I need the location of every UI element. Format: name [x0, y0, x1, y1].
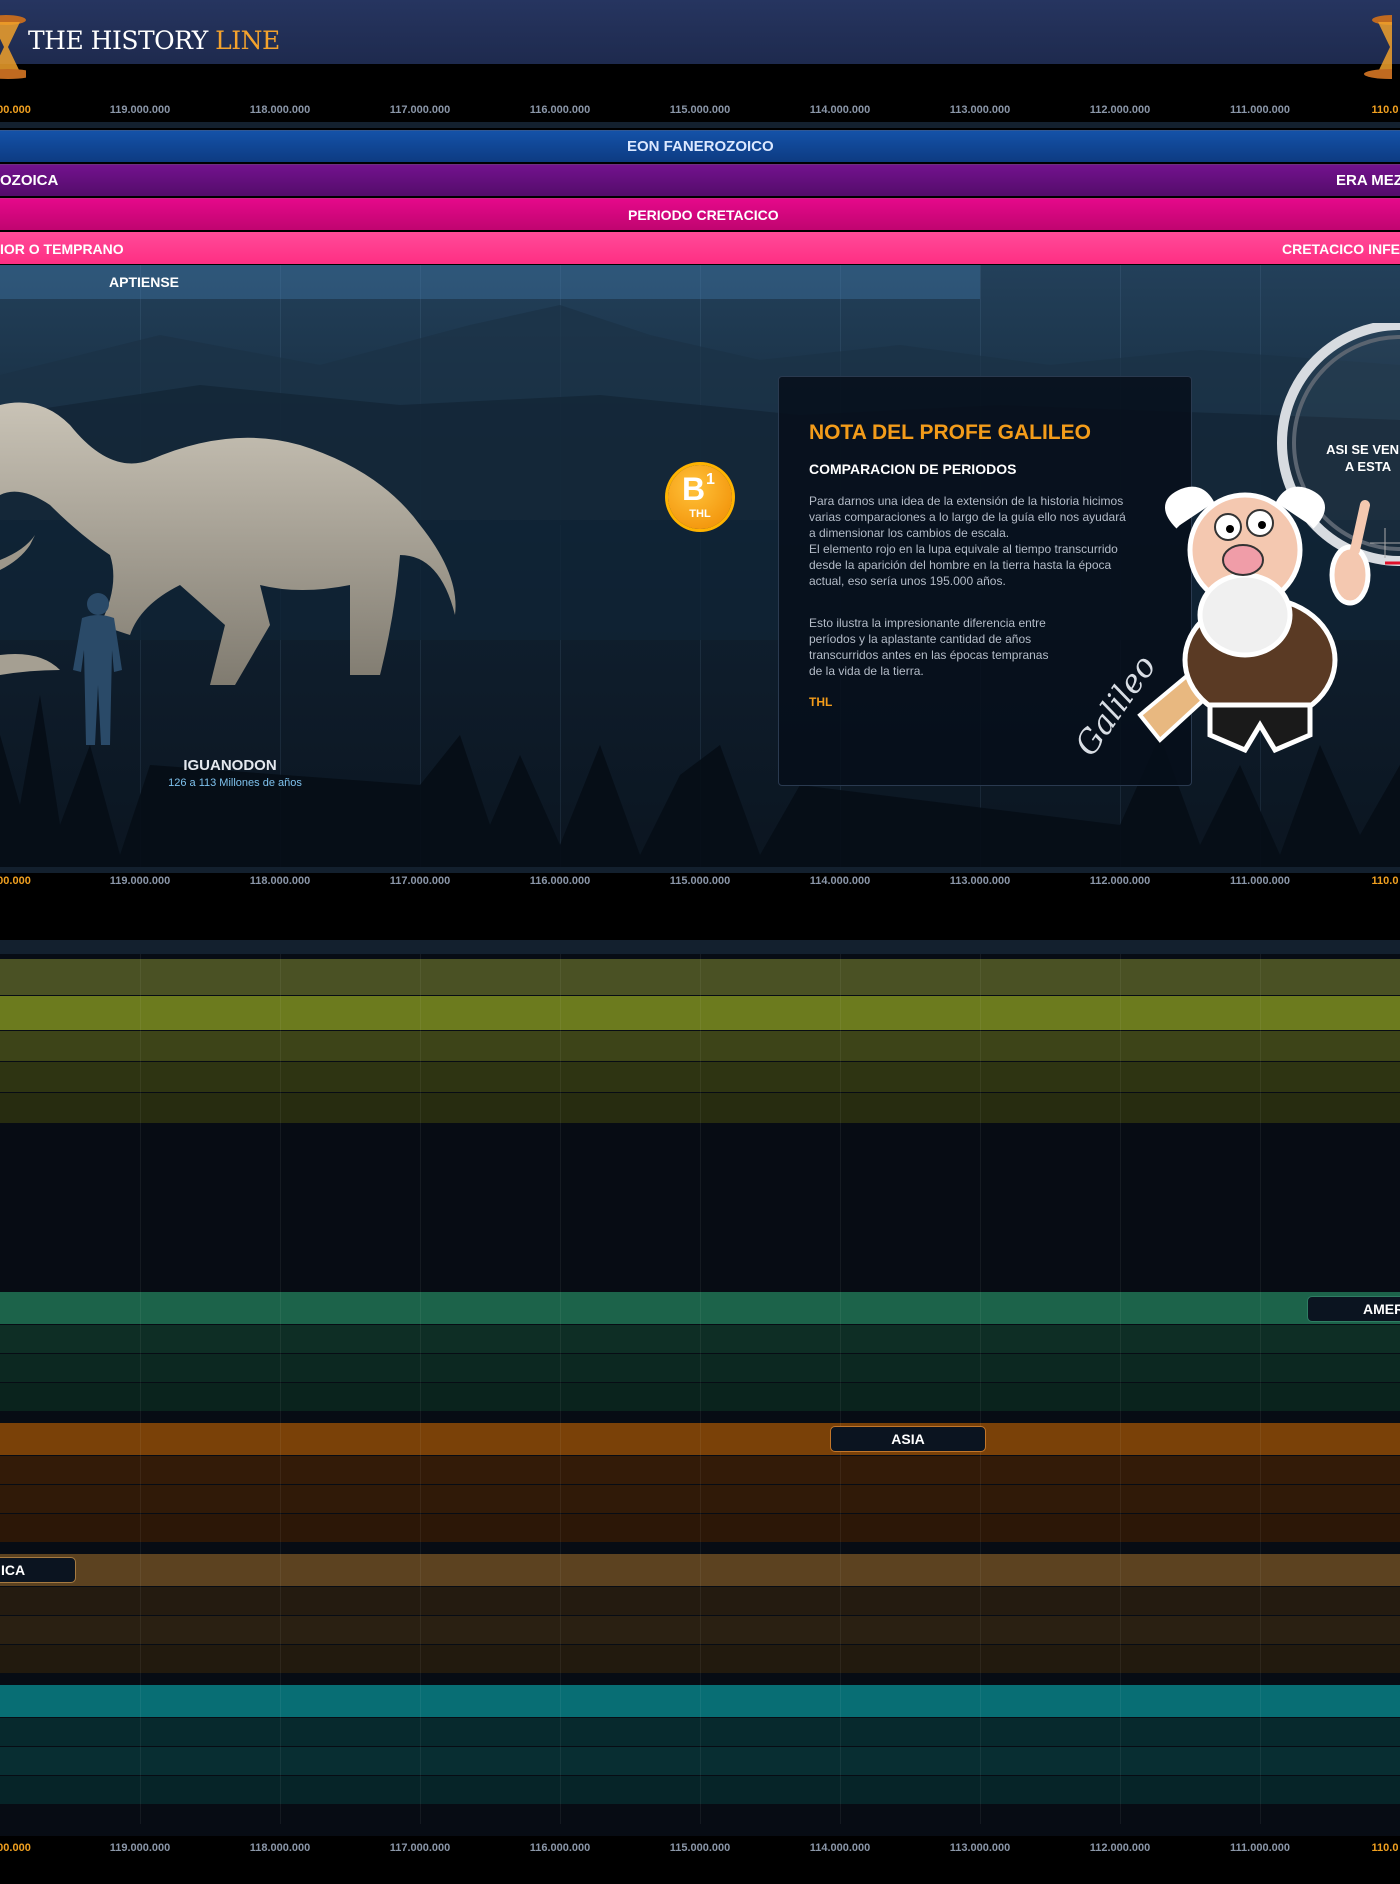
- ruler-tick: 119.000.000: [109, 1842, 171, 1854]
- ruler-tick: 112.000.000: [1089, 1842, 1151, 1854]
- badge-b1-button[interactable]: B 1 THL: [668, 465, 732, 529]
- ruler-tick-first: 00.000: [0, 875, 31, 887]
- band-period-label: PERIODO CRETACICO: [628, 206, 779, 223]
- ruler-tick: 117.000.000: [389, 104, 451, 116]
- ruler-tick: 111.000.000: [1230, 875, 1290, 887]
- ruler-tick-first: 00.000: [0, 104, 31, 116]
- ruler-tick: 116.000.000: [529, 875, 591, 887]
- band-era-label-left: OZOICA: [0, 172, 59, 189]
- ruler-tick: 119.000.000: [109, 104, 171, 116]
- badge-number: 1: [706, 471, 715, 488]
- lower-ruler-strip: [0, 940, 1400, 954]
- note-line: Esto ilustra la impresionante diferencia…: [809, 616, 1046, 630]
- note-paragraph-2: Esto ilustra la impresionante diferencia…: [809, 615, 1079, 679]
- ruler-tick: 117.000.000: [389, 875, 451, 887]
- app-logo[interactable]: THE HISTORY LINE: [28, 26, 280, 55]
- ruler-tick: 117.000.000: [389, 1842, 451, 1854]
- ruler-tick: 111.000.000: [1230, 104, 1290, 116]
- ruler-tick: 115.000.000: [669, 875, 731, 887]
- note-line: transcurridos antes en las épocas tempra…: [809, 648, 1049, 662]
- hourglass-logo-icon: [0, 15, 26, 79]
- band-epoch-label-left: IOR O TEMPRANO: [0, 240, 124, 257]
- profe-galileo-character: Galileo: [1067, 486, 1371, 763]
- ruler-tick: 116.000.000: [529, 104, 591, 116]
- hourglass-right-icon: [1364, 15, 1392, 79]
- region-label: AMER: [1363, 1301, 1400, 1317]
- ruler-tick: 119.000.000: [109, 875, 171, 887]
- ruler-tick-last: 110.0: [1371, 104, 1399, 116]
- badge-label: THL: [689, 508, 711, 520]
- ruler-tick: 115.000.000: [669, 104, 731, 116]
- band-period[interactable]: PERIODO CRETACICO: [0, 198, 1400, 230]
- ruler-tick: 113.000.000: [949, 104, 1011, 116]
- ruler-divider: [0, 867, 1400, 873]
- band-era[interactable]: OZOICA ERA MEZ: [0, 164, 1400, 196]
- region-label: ICA: [1, 1562, 26, 1578]
- ruler-tick: 113.000.000: [949, 875, 1011, 887]
- human-scale-silhouette-icon: [73, 593, 122, 745]
- note-title: NOTA DEL PROFE GALILEO: [809, 421, 1091, 444]
- magnifier-caption-line: A ESTA: [1344, 459, 1392, 474]
- band-era-label-right: ERA MEZ: [1336, 172, 1400, 189]
- ruler-tick: 111.000.000: [1230, 1842, 1290, 1854]
- magnifier-caption-line: ASI SE VEN 1: [1326, 442, 1400, 457]
- ruler-tick: 118.000.000: [249, 875, 311, 887]
- dino-years-label: 126 a 113 Millones de años: [168, 777, 302, 789]
- ruler-tick: 114.000.000: [809, 875, 871, 887]
- region-label: ASIA: [891, 1431, 925, 1447]
- logo-accent-text: LINE: [215, 26, 280, 55]
- ruler-tick: 114.000.000: [809, 1842, 871, 1854]
- band-eon[interactable]: EON FANEROZOICO: [0, 130, 1400, 162]
- ruler-tick: 115.000.000: [669, 1842, 731, 1854]
- badge-letter: B: [682, 471, 706, 507]
- band-epoch[interactable]: IOR O TEMPRANO CRETACICO INFER: [0, 232, 1400, 264]
- ruler-tick: 118.000.000: [249, 1842, 311, 1854]
- region-pill-africa[interactable]: ICA: [0, 1557, 76, 1583]
- ruler-tick: 112.000.000: [1089, 104, 1151, 116]
- ruler-tick: 114.000.000: [809, 104, 871, 116]
- ruler-divider: [0, 122, 1400, 128]
- region-pill-asia[interactable]: ASIA: [830, 1426, 986, 1452]
- ruler-tick: 113.000.000: [949, 1842, 1011, 1854]
- top-header: THE HISTORY LINE: [0, 0, 1400, 79]
- note-signature-thl: THL: [809, 695, 833, 709]
- stage-label-aptiense: APTIENSE: [109, 274, 180, 290]
- note-line: períodos y la aplastante cantidad de año…: [809, 632, 1032, 646]
- magnifier-caption: ASI SE VEN 1 A ESTA: [1308, 441, 1400, 475]
- bottom-ruler: 00.000 119.000.000 118.000.000 117.000.0…: [0, 1842, 1400, 1872]
- ruler-tick: 118.000.000: [249, 104, 311, 116]
- lower-tracks: AMER ASIA ICA: [0, 954, 1400, 1836]
- ruler-tick-last: 110.0: [1371, 1842, 1399, 1854]
- ruler-tick-first: 00.000: [0, 1842, 31, 1854]
- middle-ruler: 00.000 119.000.000 118.000.000 117.000.0…: [0, 875, 1400, 905]
- logo-text: THE HISTORY: [28, 26, 216, 55]
- band-eon-label: EON FANEROZOICO: [627, 138, 774, 155]
- ruler-tick: 112.000.000: [1089, 875, 1151, 887]
- note-line: de la vida de la tierra.: [809, 664, 924, 678]
- ruler-tick-last: 110.0: [1371, 875, 1399, 887]
- dino-name-label[interactable]: IGUANODON: [164, 757, 296, 774]
- band-epoch-label-right: CRETACICO INFER: [1282, 240, 1400, 257]
- ruler-tick: 116.000.000: [529, 1842, 591, 1854]
- region-pill-america[interactable]: AMER: [1307, 1296, 1400, 1322]
- note-subtitle: COMPARACION DE PERIODOS: [809, 461, 1017, 477]
